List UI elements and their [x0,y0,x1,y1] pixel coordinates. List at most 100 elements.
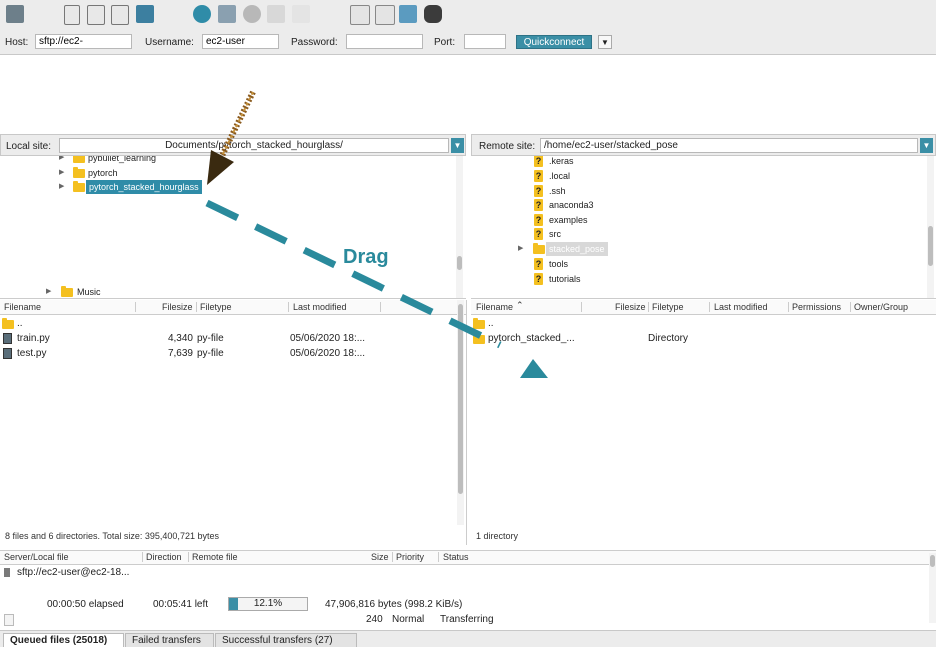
directory-listing-icon[interactable] [350,5,370,25]
unknown-folder-icon: ? [534,185,543,197]
local-tree-scrollbar[interactable] [456,156,463,298]
quickconnect-button[interactable]: Quickconnect [516,35,592,49]
search-icon[interactable] [375,5,395,25]
file-row[interactable]: .. [0,316,456,331]
folder-icon [61,286,73,297]
local-tree-icon[interactable] [87,5,105,25]
file-name: .. [17,318,23,329]
scrollbar-thumb[interactable] [928,226,933,266]
column-header-remote-file[interactable]: Remote file [192,552,238,562]
password-label: Password: [291,37,338,48]
disconnect-icon[interactable] [267,5,285,23]
expand-arrow-icon[interactable]: ▶ [59,180,64,194]
tree-item-label: .local [549,171,571,181]
remote-site-dropdown-icon[interactable]: ▼ [920,138,933,153]
tab-successful-transfers[interactable]: Successful transfers (27) [215,633,357,647]
port-input[interactable] [464,34,506,49]
unknown-folder-icon: ? [534,258,543,270]
python-file-icon [3,333,12,344]
column-header-owner-group[interactable]: Owner/Group [854,302,908,312]
reconnect-icon[interactable] [292,5,310,23]
unknown-folder-icon: ? [534,214,543,226]
transfer-progress-bar: 12.1% [228,597,308,611]
file-modified: 05/06/2020 18:... [290,333,366,344]
sort-ascending-icon: ⌃ [516,300,524,310]
message-log-icon[interactable] [64,5,80,25]
file-name: pytorch_stacked_... [488,333,575,344]
queue-priority: Normal [392,614,425,625]
scrollbar-thumb[interactable] [457,256,462,270]
column-header-filetype[interactable]: Filetype [652,302,684,312]
transfer-queue-icon[interactable] [136,5,154,23]
queue-status: Transferring [440,614,494,625]
column-header-filesize[interactable]: Filesize [162,302,193,312]
remote-file-list: Filename ⌃ Filesize Filetype Last modifi… [471,300,936,545]
column-header-priority[interactable]: Priority [396,552,424,562]
queue-scrollbar[interactable] [929,553,936,623]
column-header-direction[interactable]: Direction [146,552,182,562]
tree-item-label: tools [549,259,569,269]
remote-tree-icon[interactable] [111,5,129,25]
column-header-status[interactable]: Status [443,552,469,562]
expand-arrow-icon[interactable]: ▶ [59,166,64,180]
unknown-folder-icon: ? [534,228,543,240]
filter-icon[interactable] [218,5,236,23]
file-row[interactable]: .. [471,316,926,331]
column-header-filetype[interactable]: Filetype [200,302,232,312]
local-site-path[interactable]: Documents/pytorch_stacked_hourglass/ [59,138,449,153]
remote-site-bar: Remote site: /home/ec2-user/stacked_pose… [471,134,936,156]
local-file-list: Filename Filesize Filetype Last modified… [0,300,467,545]
tab-queued-files[interactable]: Queued files (25018) [3,633,124,647]
scrollbar-thumb[interactable] [930,555,935,567]
column-header-filename[interactable]: Filename [476,302,513,312]
column-header-last-modified[interactable]: Last modified [293,302,347,312]
column-header-filename[interactable]: Filename [4,302,41,312]
file-modified: 05/06/2020 18:... [290,348,366,359]
column-header-last-modified[interactable]: Last modified [714,302,768,312]
column-header-permissions[interactable]: Permissions [792,302,841,312]
tree-item-label: Music [77,287,101,297]
queue-time-left: 00:05:41 left [153,599,209,610]
local-site-dropdown-icon[interactable]: ▼ [451,138,464,153]
tree-item-label: src [549,229,561,239]
server-icon [4,568,10,577]
scrollbar-thumb[interactable] [458,304,463,494]
sync-browsing-icon[interactable] [399,5,417,23]
remote-site-path[interactable]: /home/ec2-user/stacked_pose [540,138,918,153]
cancel-icon[interactable] [243,5,261,23]
local-list-scrollbar[interactable] [457,300,464,525]
quickconnect-dropdown-button[interactable]: ▼ [598,35,612,49]
remote-tree-scrollbar[interactable] [927,156,934,298]
host-input[interactable] [35,34,132,49]
username-input[interactable] [202,34,279,49]
tab-failed-transfers[interactable]: Failed transfers [125,633,214,647]
expand-arrow-icon[interactable]: ▶ [518,242,523,256]
file-type: Directory [648,333,689,344]
toolbar [0,0,936,30]
column-header-size[interactable]: Size [371,552,389,562]
unknown-folder-icon: ? [534,156,543,167]
password-input[interactable] [346,34,423,49]
column-header-filesize[interactable]: Filesize [615,302,646,312]
transfer-queue: Server/Local file Direction Remote file … [0,550,936,631]
refresh-icon[interactable] [193,5,211,23]
quickconnect-bar: Host: Username: Password: Port: [0,30,936,55]
tree-item-label: anaconda3 [549,200,594,210]
site-manager-icon[interactable] [6,5,24,23]
expand-arrow-icon[interactable]: ▶ [59,156,64,165]
file-row[interactable]: train.py 4,340 py-file 05/06/2020 18:... [0,331,456,346]
folder-icon [73,156,85,163]
python-file-icon [3,348,12,359]
tree-item-label: pybullet_learning [88,156,157,163]
tree-item-label: .keras [549,156,574,166]
file-row[interactable]: test.py 7,639 py-file 05/06/2020 18:... [0,346,456,361]
file-row[interactable]: pytorch_stacked_... Directory [471,331,926,346]
find-files-icon[interactable] [424,5,442,23]
expand-arrow-icon[interactable]: ▶ [46,285,51,298]
column-header-server-local-file[interactable]: Server/Local file [4,552,69,562]
local-status-text: 8 files and 6 directories. Total size: 3… [5,531,219,541]
progress-percent: 12.1% [253,598,283,609]
tree-item-label: pytorch [88,168,118,178]
unknown-folder-icon: ? [534,199,543,211]
folder-icon [533,243,545,254]
